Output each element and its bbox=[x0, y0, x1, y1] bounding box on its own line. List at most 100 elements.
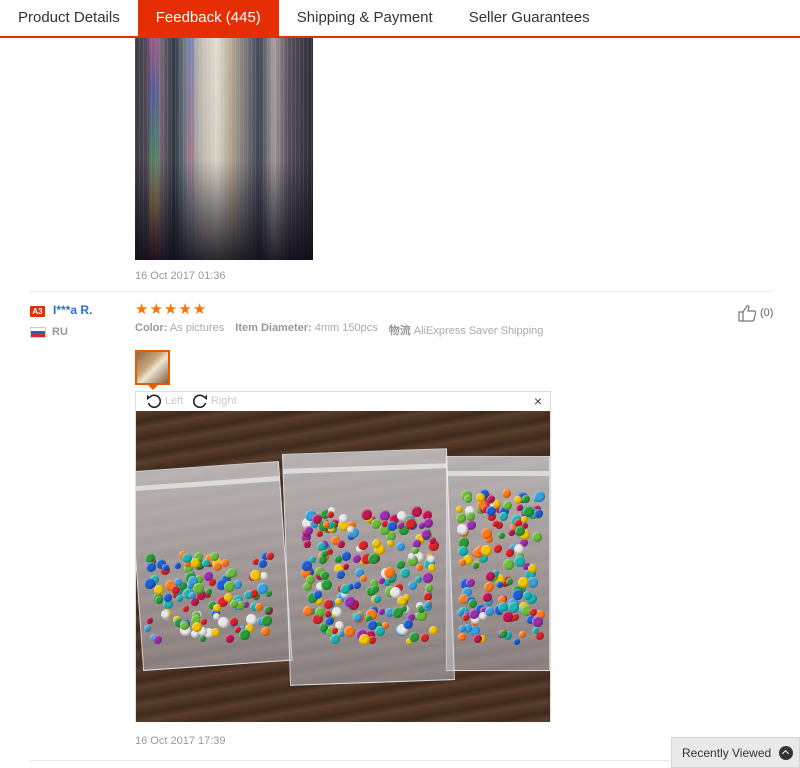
bead bbox=[326, 511, 334, 518]
bead bbox=[512, 638, 520, 646]
bead bbox=[174, 561, 182, 569]
tab-shipping-payment[interactable]: Shipping & Payment bbox=[279, 0, 451, 36]
bead bbox=[515, 504, 523, 512]
bead bbox=[212, 604, 221, 613]
attribute-value: 4mm 150pcs bbox=[314, 322, 378, 334]
tab-seller-guarantees[interactable]: Seller Guarantees bbox=[451, 0, 608, 36]
helpful-button[interactable]: (0) bbox=[738, 304, 773, 322]
bead bbox=[411, 547, 419, 555]
bead bbox=[370, 585, 379, 594]
bead bbox=[456, 505, 464, 513]
feedback-tab-bar: Product Details Feedback (445) Shipping … bbox=[0, 0, 800, 38]
review-photo-large[interactable] bbox=[136, 411, 550, 722]
bead bbox=[320, 549, 328, 557]
thumbs-up-icon bbox=[738, 305, 757, 322]
bead bbox=[336, 540, 345, 549]
bead bbox=[220, 558, 229, 567]
order-attributes: Color: As pictures Item Diameter: 4mm 15… bbox=[135, 322, 543, 338]
helpful-count: (0) bbox=[760, 307, 774, 319]
bead bbox=[308, 555, 316, 563]
bead bbox=[411, 506, 423, 518]
chevron-up-icon bbox=[779, 745, 794, 760]
bead bbox=[223, 581, 235, 593]
attribute-item-diameter: Item Diameter: 4mm 150pcs bbox=[235, 322, 377, 338]
bead bbox=[471, 562, 479, 570]
review-divider bbox=[30, 760, 670, 761]
bead bbox=[416, 563, 424, 571]
bead bbox=[397, 521, 405, 529]
bead bbox=[457, 633, 466, 642]
rating-stars: ★ ★ ★ ★ ★ bbox=[135, 302, 206, 318]
bead bbox=[155, 596, 164, 605]
bead bbox=[391, 607, 403, 618]
review-photo-thumbnail[interactable] bbox=[135, 350, 170, 390]
recently-viewed-button[interactable]: Recently Viewed bbox=[671, 737, 800, 768]
bead bbox=[225, 633, 235, 643]
rotate-left-icon bbox=[147, 394, 162, 409]
bead bbox=[311, 513, 322, 524]
bead bbox=[265, 552, 274, 561]
bead bbox=[400, 567, 411, 578]
bead bbox=[414, 576, 422, 584]
bead bbox=[484, 606, 494, 616]
bead bbox=[182, 605, 190, 613]
recently-viewed-label: Recently Viewed bbox=[682, 745, 772, 760]
bead bbox=[162, 592, 172, 602]
rotate-right-button[interactable]: Right bbox=[191, 393, 237, 409]
bead bbox=[514, 495, 523, 504]
beads-cluster bbox=[136, 411, 550, 722]
reviewer-name: I***a R. bbox=[53, 303, 93, 317]
bead bbox=[330, 627, 338, 635]
bead bbox=[424, 583, 433, 592]
bead bbox=[254, 603, 263, 612]
star-icon: ★ bbox=[192, 301, 207, 318]
bead bbox=[144, 625, 152, 633]
bead bbox=[531, 627, 539, 635]
bead bbox=[256, 583, 268, 595]
bead bbox=[417, 521, 425, 529]
bead bbox=[408, 631, 419, 642]
review-divider bbox=[30, 291, 772, 292]
bead bbox=[522, 505, 534, 517]
bead bbox=[377, 608, 385, 616]
bead bbox=[498, 630, 507, 639]
bead bbox=[518, 630, 526, 638]
bead bbox=[481, 591, 492, 602]
bead bbox=[481, 544, 493, 556]
attribute-label: Item Diameter: bbox=[235, 322, 312, 334]
bead bbox=[335, 597, 343, 605]
bead bbox=[496, 580, 504, 588]
bead bbox=[521, 516, 529, 524]
bead bbox=[201, 559, 210, 568]
bead bbox=[343, 596, 355, 608]
bead bbox=[210, 628, 220, 638]
bead bbox=[331, 606, 342, 617]
bead bbox=[522, 495, 531, 504]
bead bbox=[359, 575, 367, 583]
star-icon: ★ bbox=[163, 301, 178, 318]
rotate-right-icon bbox=[192, 394, 207, 409]
bead bbox=[483, 582, 494, 593]
previous-review-photo[interactable] bbox=[135, 38, 313, 260]
bead bbox=[315, 530, 323, 538]
bead bbox=[343, 625, 355, 637]
bead bbox=[154, 585, 165, 596]
bead bbox=[429, 625, 439, 635]
buyer-level-badge: A3 bbox=[30, 306, 45, 317]
rotate-left-label: Left bbox=[165, 395, 184, 407]
close-icon[interactable]: × bbox=[534, 393, 542, 409]
bead bbox=[419, 632, 429, 642]
photo-viewer-toolbar: Left Right × bbox=[136, 392, 550, 411]
bead bbox=[505, 577, 513, 585]
rotate-right-label: Right bbox=[211, 395, 237, 407]
bead bbox=[144, 552, 155, 563]
tab-feedback[interactable]: Feedback (445) bbox=[137, 0, 279, 36]
bead bbox=[475, 493, 485, 503]
tab-product-details[interactable]: Product Details bbox=[0, 0, 138, 36]
bead bbox=[360, 508, 372, 520]
bead bbox=[427, 564, 436, 573]
bead bbox=[203, 570, 214, 581]
bead bbox=[351, 553, 361, 563]
bead bbox=[465, 512, 475, 522]
rotate-left-button[interactable]: Left bbox=[145, 393, 183, 409]
